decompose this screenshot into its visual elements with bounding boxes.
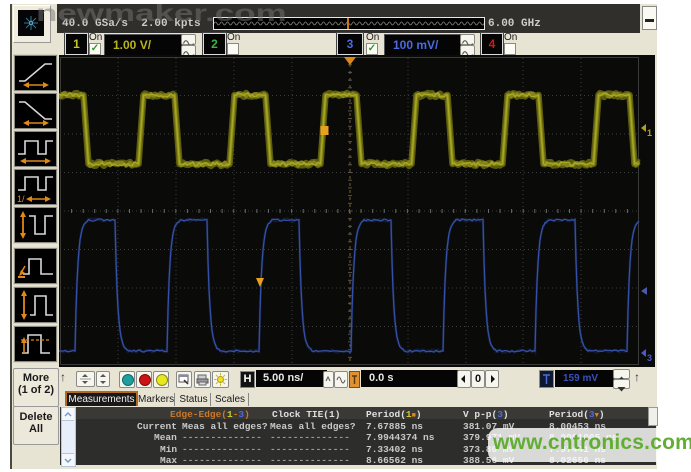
svg-text:1/: 1/ [17,194,25,204]
svg-text:3: 3 [647,353,652,363]
svg-text:1: 1 [647,128,652,138]
